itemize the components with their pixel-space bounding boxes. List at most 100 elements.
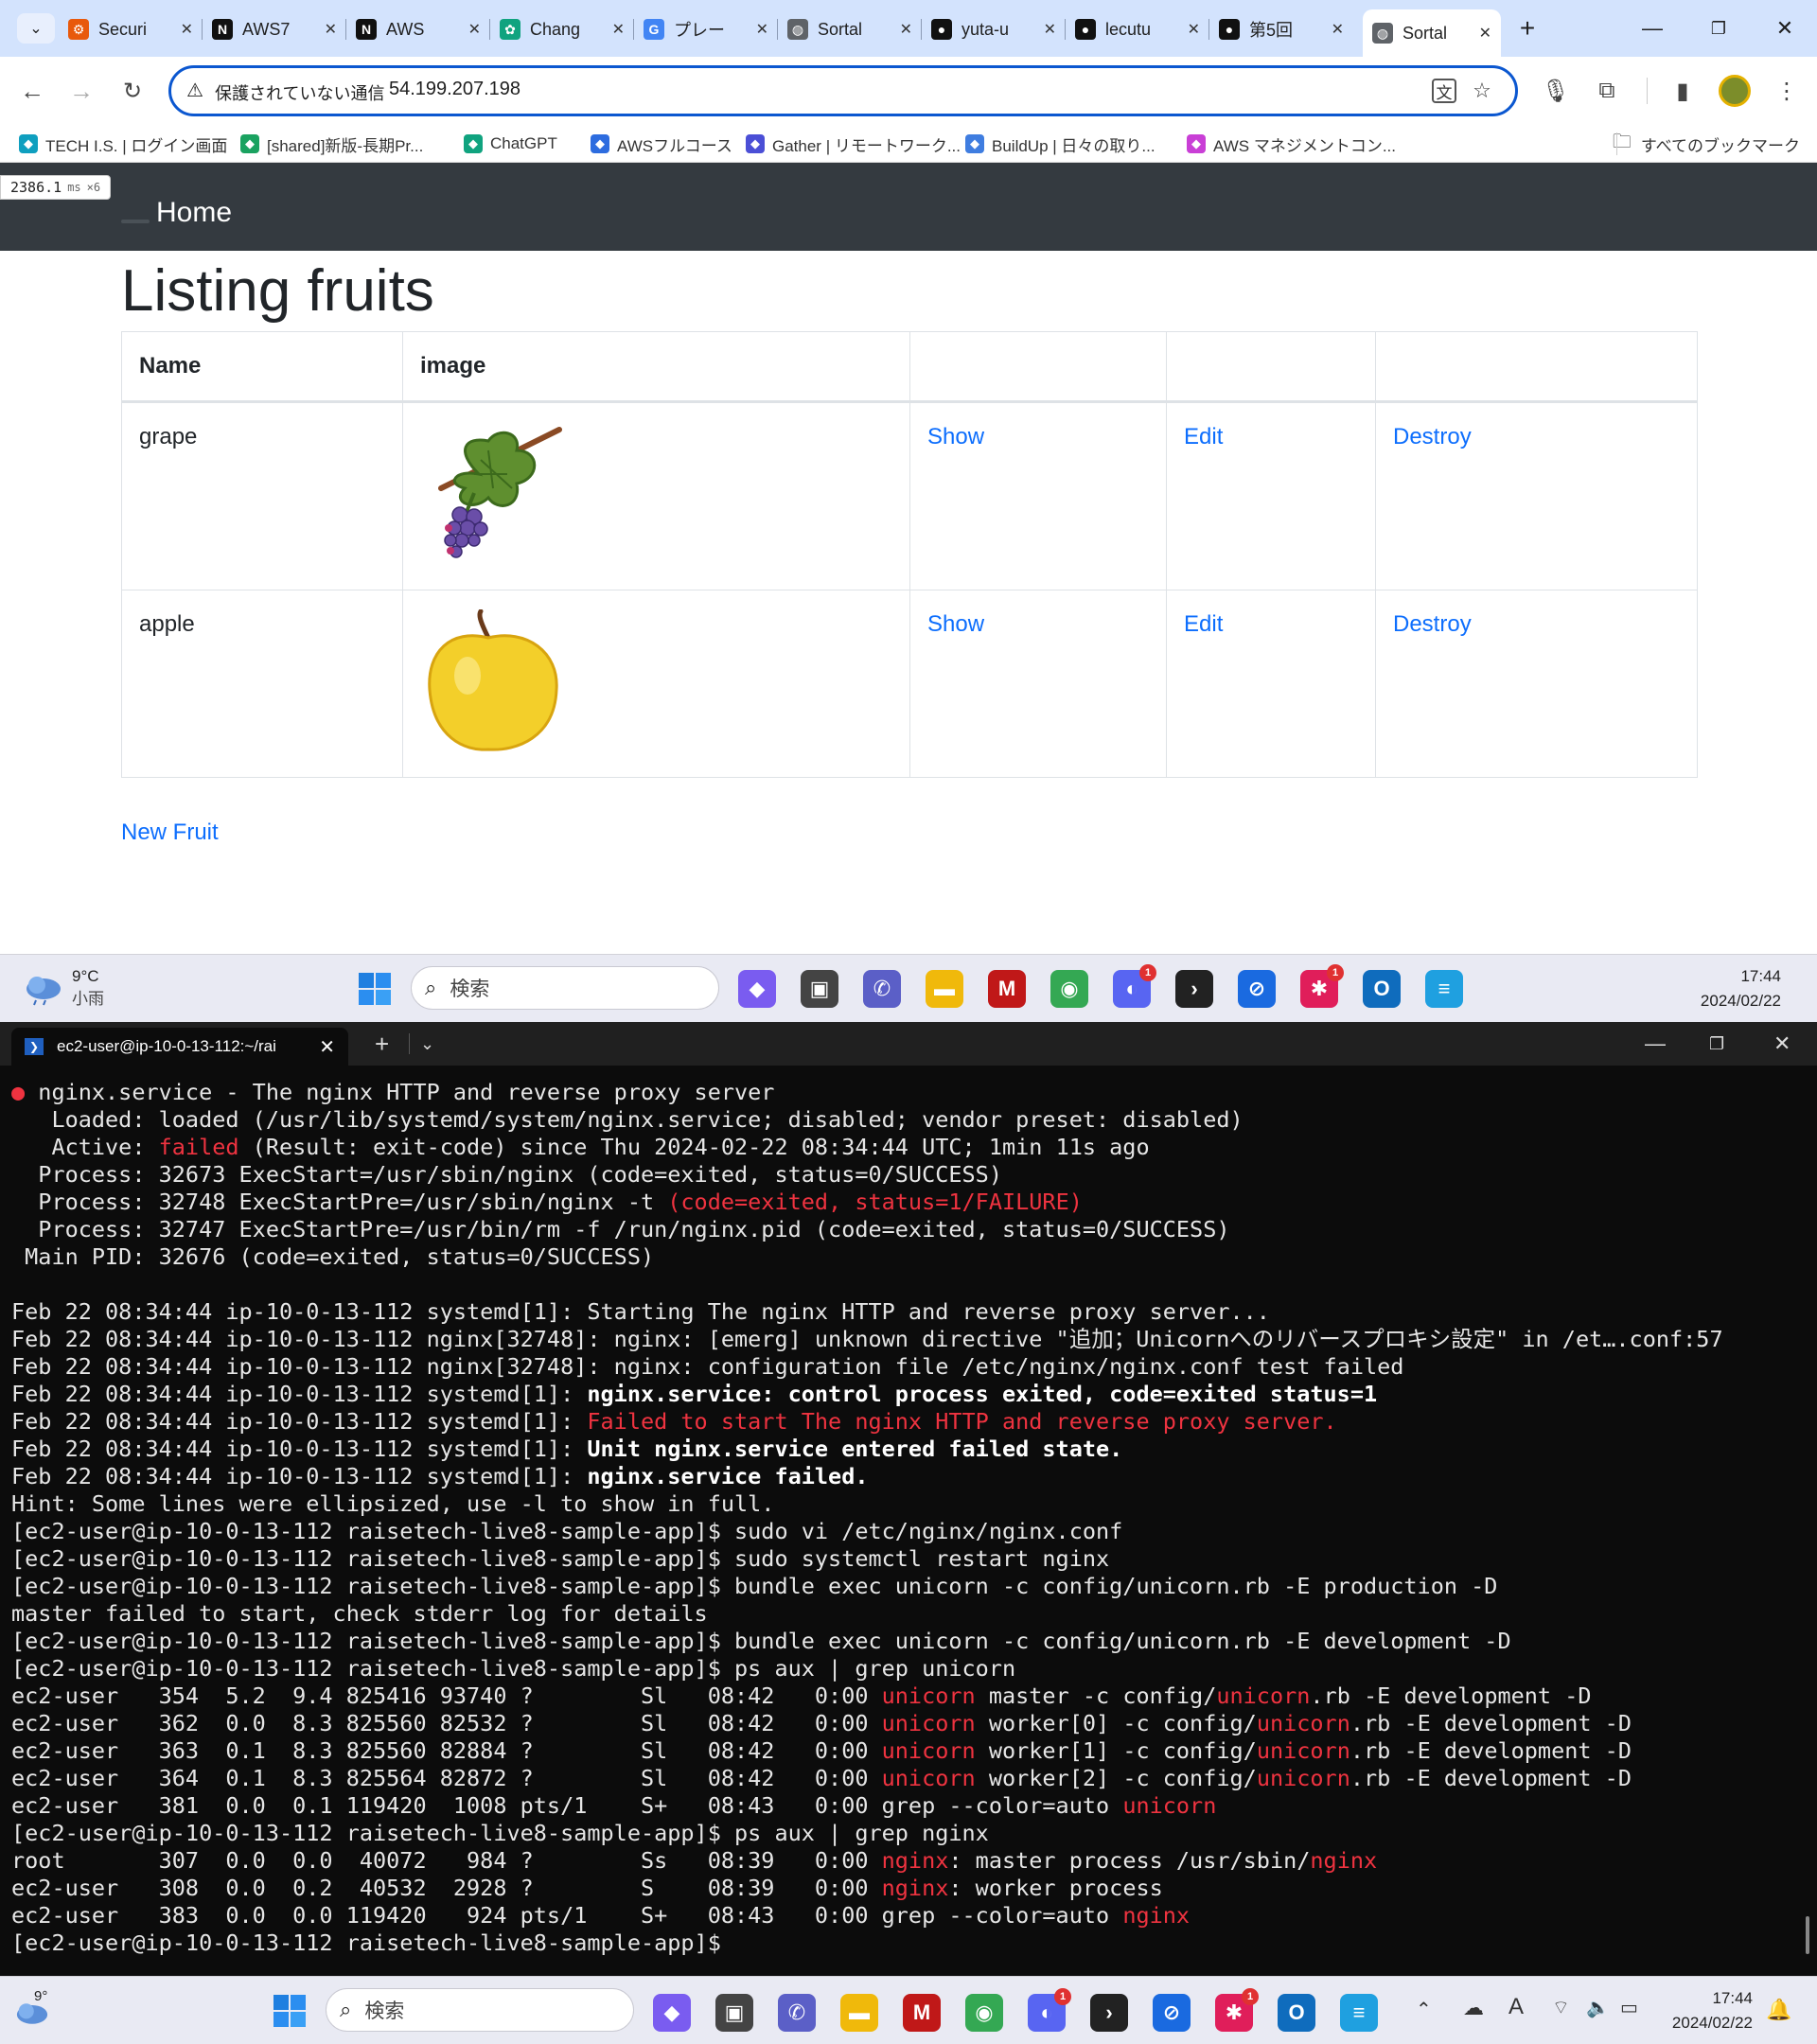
weather-desc[interactable]: 小雨 bbox=[72, 989, 104, 1010]
ime-icon[interactable]: A bbox=[1508, 1994, 1524, 2020]
tab-close-icon[interactable]: ✕ bbox=[1479, 24, 1491, 43]
teams-icon[interactable]: ✆ bbox=[778, 1994, 816, 2032]
browser-tab[interactable]: ● 第5回 ✕ bbox=[1209, 10, 1353, 48]
chrome-icon[interactable]: ◉ bbox=[1050, 970, 1088, 1008]
bookmark-item[interactable]: ◆ TECH I.S. | ログイン画面 bbox=[19, 131, 227, 157]
tab-close-icon[interactable]: ✕ bbox=[468, 20, 481, 39]
menu-kebab-icon[interactable]: ⋮ bbox=[1770, 74, 1804, 108]
bookmark-item[interactable]: ◆ Gather | リモートワーク... bbox=[746, 131, 961, 157]
clock[interactable]: 17:44 2024/02/22 bbox=[1701, 964, 1781, 1013]
microphone-icon[interactable]: 🎙 bbox=[1539, 74, 1573, 108]
slack-icon[interactable]: ✱ 1 bbox=[1215, 1988, 1259, 2032]
browser-tab[interactable]: ● lecutu ✕ bbox=[1066, 10, 1209, 48]
weather-temp[interactable]: 9°C bbox=[72, 966, 99, 987]
mcafee-icon[interactable]: M bbox=[988, 970, 1026, 1008]
tab-close-icon[interactable]: ✕ bbox=[181, 20, 193, 39]
terminal-minimize-icon[interactable]: — bbox=[1645, 1031, 1666, 1056]
browser-tab[interactable]: N AWS ✕ bbox=[346, 10, 490, 48]
1password-icon[interactable]: ⊘ bbox=[1238, 970, 1276, 1008]
terminal-tab[interactable]: ❯ ec2-user@ip-10-0-13-112:~/rai ✕ bbox=[11, 1028, 348, 1066]
clock[interactable]: 17:44 2024/02/22 bbox=[1660, 1986, 1753, 2035]
copilot-icon[interactable]: ◆ bbox=[738, 970, 776, 1008]
browser-tab[interactable]: N AWS7 ✕ bbox=[203, 10, 346, 48]
warning-icon[interactable]: ⚠ bbox=[186, 79, 203, 102]
show-link[interactable]: Show bbox=[927, 611, 984, 637]
1password-icon[interactable]: ⊘ bbox=[1153, 1994, 1191, 2032]
browser-tab[interactable]: ● yuta-u ✕ bbox=[922, 10, 1066, 48]
outlook-icon[interactable]: O bbox=[1278, 1994, 1315, 2032]
browser-tab[interactable]: ✿ Chang ✕ bbox=[490, 10, 634, 48]
chevron-up-icon[interactable]: ⌃ bbox=[1416, 1998, 1432, 2021]
explorer-folder-icon[interactable]: ▬ bbox=[840, 1994, 878, 2032]
bookmark-item[interactable]: ◆ BuildUp | 日々の取り... bbox=[965, 131, 1155, 157]
outlook-icon[interactable]: O bbox=[1363, 970, 1401, 1008]
translate-icon[interactable]: 文 bbox=[1432, 79, 1456, 103]
terminal-restore-icon[interactable]: ❐ bbox=[1709, 1031, 1724, 1056]
explorer-folder-icon[interactable]: ▬ bbox=[926, 970, 963, 1008]
taskbar-search[interactable]: ⌕ 検索 bbox=[411, 966, 719, 1010]
side-panel-icon[interactable]: ▮ bbox=[1666, 74, 1700, 108]
file-manager-icon[interactable]: ▣ bbox=[801, 970, 838, 1008]
notepad-icon[interactable]: ≡ bbox=[1425, 970, 1463, 1008]
profile-avatar[interactable] bbox=[1719, 75, 1751, 107]
bookmark-item[interactable]: ◆ AWSフルコース bbox=[591, 131, 732, 157]
copilot-icon[interactable]: ◆ bbox=[653, 1994, 691, 2032]
tab-close-icon[interactable]: ✕ bbox=[1044, 20, 1056, 39]
tab-close-icon[interactable]: ✕ bbox=[900, 20, 912, 39]
browser-tab[interactable]: ◍ Sortal ✕ bbox=[1363, 9, 1501, 57]
forward-icon[interactable]: → bbox=[62, 72, 100, 110]
browser-tab[interactable]: ⚙ Securi ✕ bbox=[59, 10, 203, 48]
url-text[interactable]: 54.199.207.198 bbox=[389, 79, 520, 100]
reload-icon[interactable]: ↻ bbox=[114, 72, 151, 110]
new-tab-button[interactable]: + bbox=[1512, 13, 1543, 44]
battery-icon[interactable]: ▭ bbox=[1620, 1996, 1638, 2019]
restore-icon[interactable]: ❐ bbox=[1700, 13, 1738, 44]
onedrive-icon[interactable]: ☁ bbox=[1463, 1996, 1484, 2020]
start-windows-icon[interactable] bbox=[271, 1992, 309, 2030]
nav-home-link[interactable]: Home bbox=[156, 197, 232, 229]
destroy-link[interactable]: Destroy bbox=[1393, 424, 1472, 449]
new-terminal-tab-icon[interactable]: + bbox=[375, 1030, 389, 1058]
tab-search-chevron-icon[interactable]: ⌄ bbox=[17, 13, 55, 44]
close-tab-icon[interactable]: ✕ bbox=[319, 1035, 335, 1059]
tab-close-icon[interactable]: ✕ bbox=[325, 20, 337, 39]
all-bookmarks[interactable]: 🗀 すべてのブックマーク bbox=[1613, 131, 1800, 157]
browser-tab[interactable]: G プレー ✕ bbox=[634, 10, 778, 48]
security-label[interactable]: 保護されていない通信 bbox=[215, 80, 384, 105]
chrome-icon[interactable]: ◉ bbox=[965, 1994, 1003, 2032]
volume-icon[interactable]: 🔈 bbox=[1586, 1996, 1610, 2019]
bookmark-item[interactable]: ◆ AWS マネジメントコン... bbox=[1187, 131, 1396, 157]
slack-icon[interactable]: ✱ 1 bbox=[1300, 964, 1344, 1008]
terminal-close-icon[interactable]: ✕ bbox=[1773, 1031, 1791, 1056]
wifi-icon[interactable]: ⌔ bbox=[1552, 1996, 1570, 2019]
navbar-toggler[interactable] bbox=[121, 220, 150, 223]
teams-icon[interactable]: ✆ bbox=[863, 970, 901, 1008]
mcafee-icon[interactable]: M bbox=[903, 1994, 941, 2032]
terminal-dropdown-icon[interactable]: ⌄ bbox=[420, 1031, 434, 1056]
notification-bell-icon[interactable]: 🔔 bbox=[1766, 1998, 1791, 2022]
tab-close-icon[interactable]: ✕ bbox=[1332, 20, 1344, 39]
destroy-link[interactable]: Destroy bbox=[1393, 611, 1472, 637]
weather-icon[interactable] bbox=[23, 970, 64, 1006]
file-manager-icon[interactable]: ▣ bbox=[715, 1994, 753, 2032]
tab-close-icon[interactable]: ✕ bbox=[756, 20, 768, 39]
show-link[interactable]: Show bbox=[927, 424, 984, 449]
bookmark-item[interactable]: ◆ [shared]新版-長期Pr... bbox=[240, 131, 423, 157]
weather-temp[interactable]: 9° bbox=[34, 1988, 47, 2004]
tab-close-icon[interactable]: ✕ bbox=[1188, 20, 1200, 39]
back-icon[interactable]: ← bbox=[13, 72, 51, 110]
extensions-icon[interactable]: ⧉ bbox=[1590, 74, 1624, 108]
taskbar-search[interactable]: ⌕ 検索 bbox=[326, 1988, 634, 2032]
terminal-icon[interactable]: › bbox=[1090, 1994, 1128, 2032]
discord-icon[interactable]: ◐ 1 bbox=[1028, 1988, 1071, 2032]
terminal-scrollbar[interactable] bbox=[1806, 1916, 1809, 1954]
edit-link[interactable]: Edit bbox=[1184, 424, 1223, 449]
close-window-icon[interactable]: ✕ bbox=[1766, 13, 1804, 44]
terminal-icon[interactable]: › bbox=[1175, 970, 1213, 1008]
notepad-icon[interactable]: ≡ bbox=[1340, 1994, 1378, 2032]
browser-tab[interactable]: ◍ Sortal ✕ bbox=[778, 10, 922, 48]
address-bar[interactable]: ⚠ 保護されていない通信 54.199.207.198 文 ☆ bbox=[168, 65, 1518, 116]
minimize-icon[interactable]: — bbox=[1633, 13, 1671, 44]
new-fruit-link[interactable]: New Fruit bbox=[121, 819, 219, 846]
bookmark-star-icon[interactable]: ☆ bbox=[1468, 77, 1496, 105]
